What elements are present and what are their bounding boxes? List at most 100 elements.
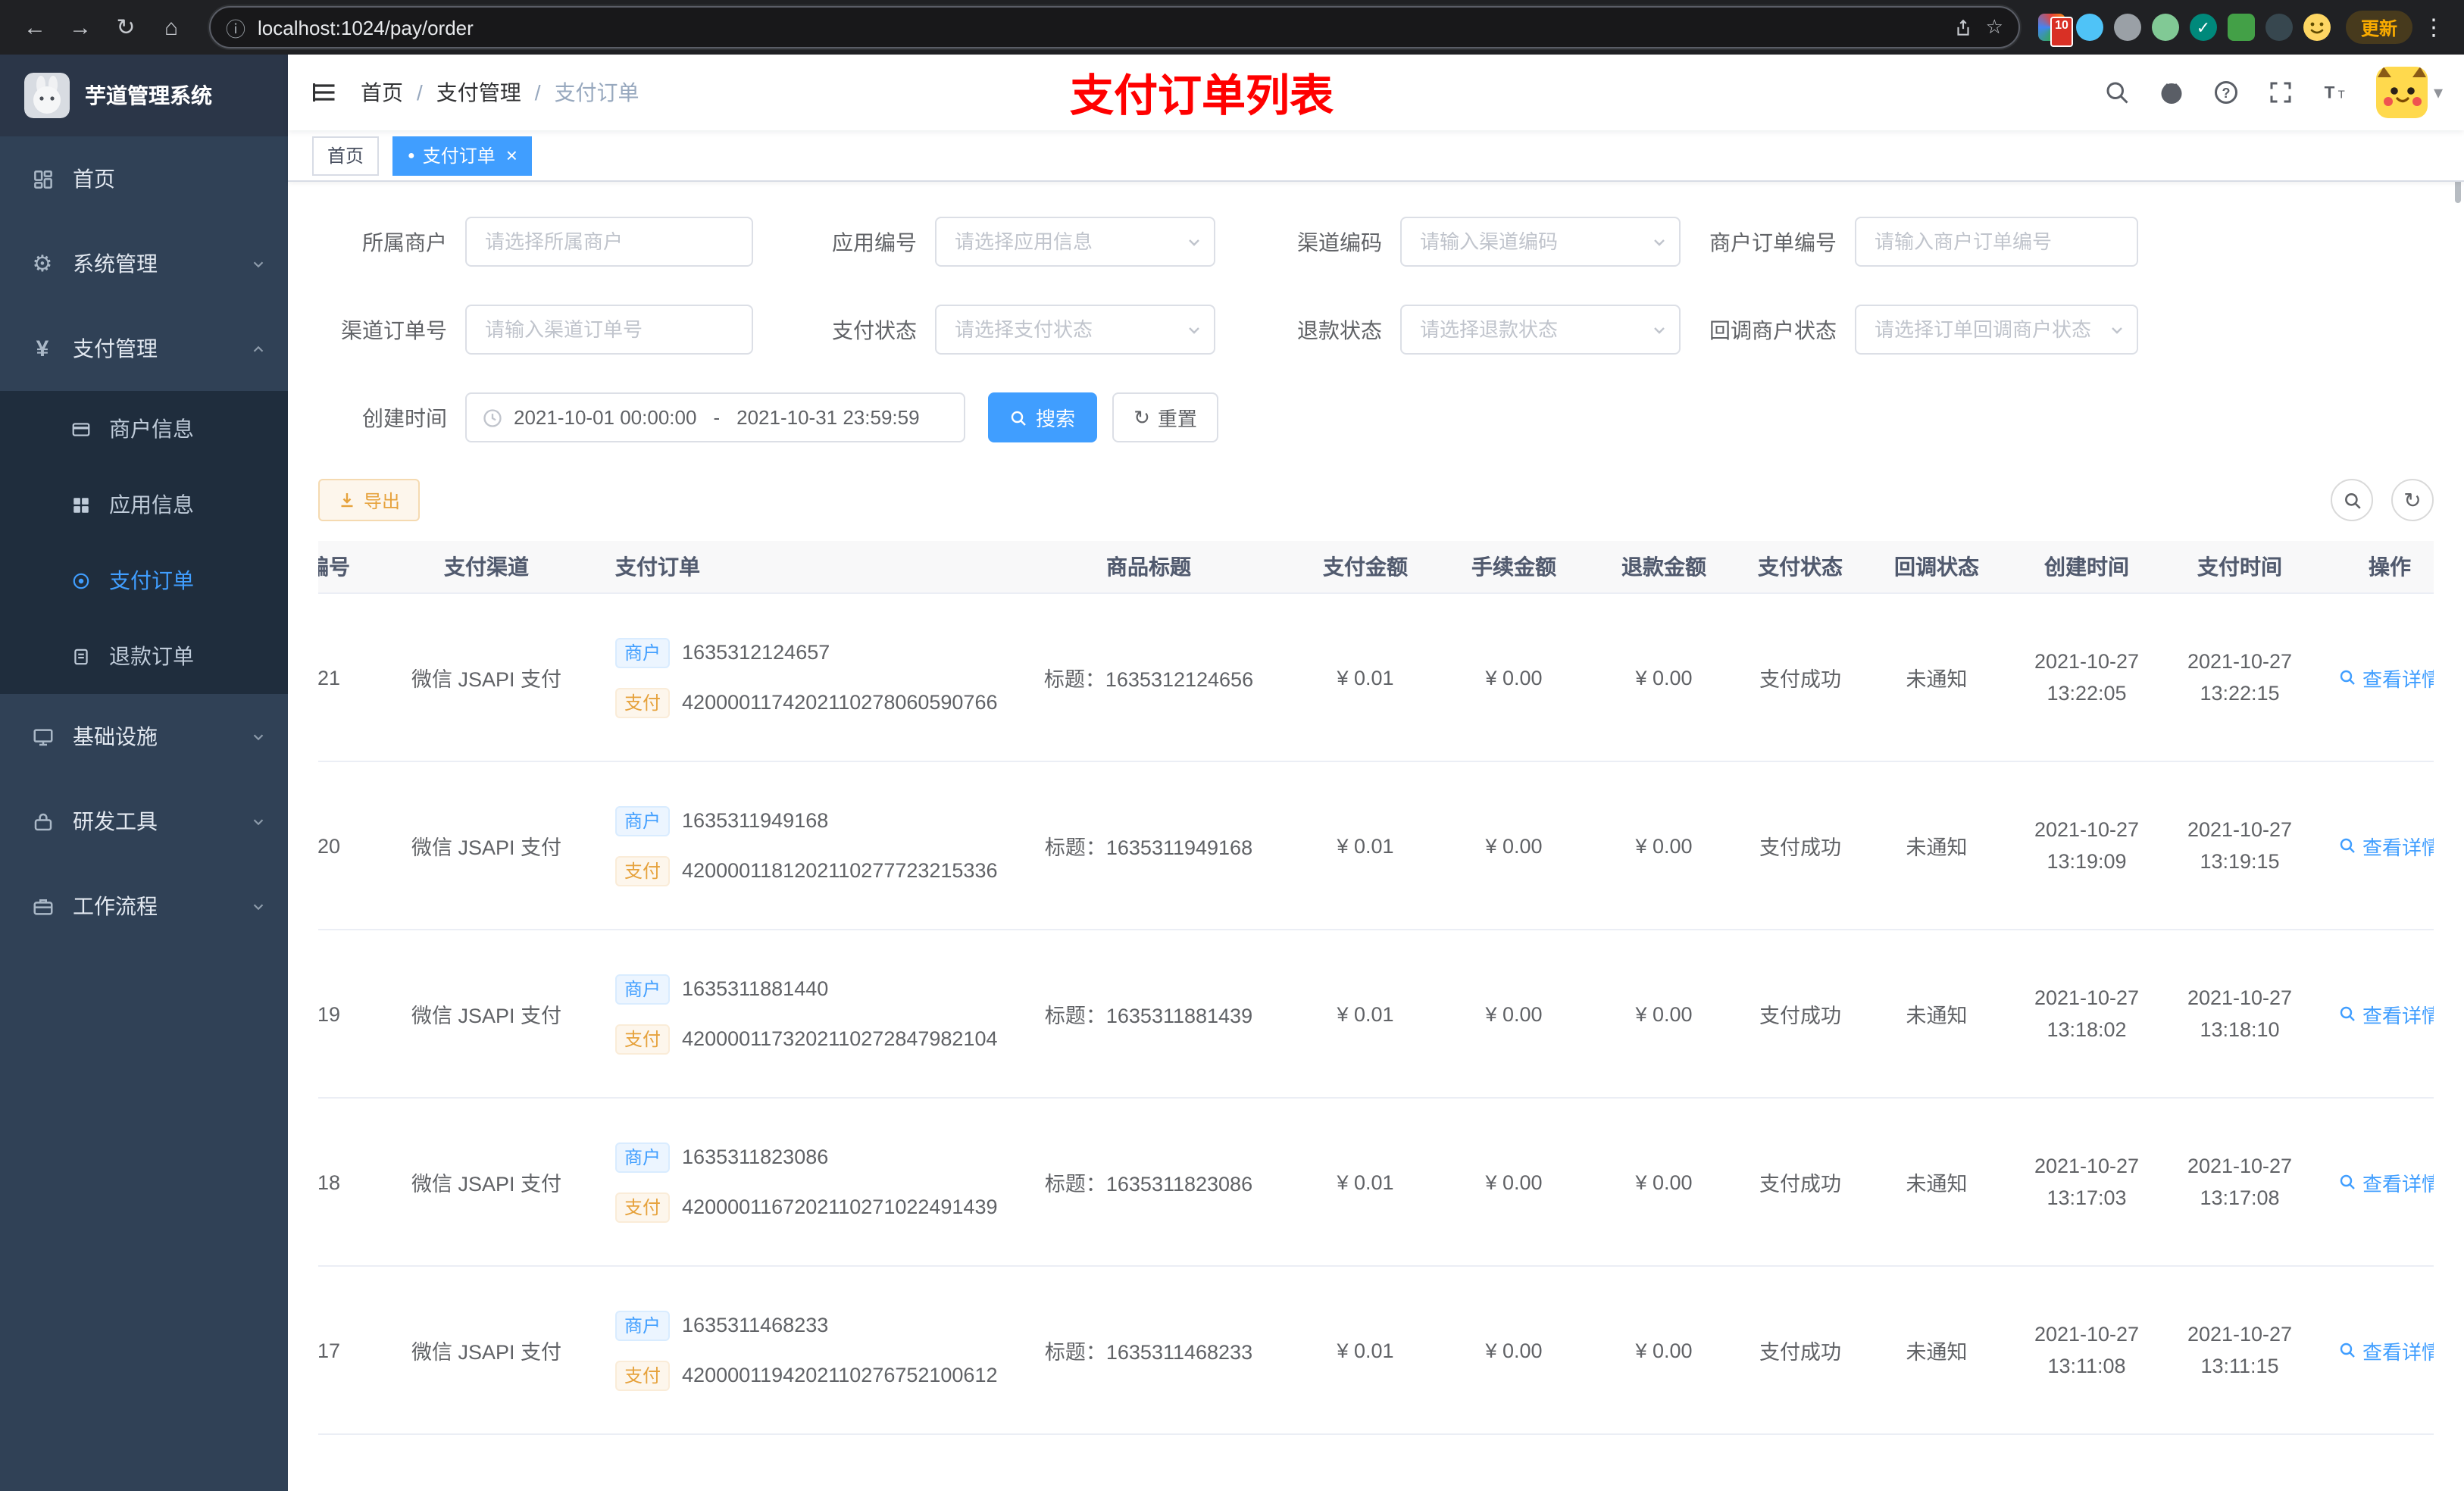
notify-status-select[interactable] [1855,305,2138,355]
breadcrumb-home[interactable]: 首页 [361,77,403,108]
app-logo[interactable]: 芋道管理系统 [0,55,288,136]
table-row-partial: 商户1635311451786 [318,1435,2434,1491]
browser-toolbar: ← → ↻ ⌂ ⓘ localhost:1024/pay/order ☆ 10 … [0,0,2464,55]
cell-create-time: 2021-10-27 13:17:03 [2034,1155,2140,1209]
gear-icon: ⚙ [32,252,53,277]
col-header-pay-amount: 支付金额 [1323,555,1408,579]
export-button[interactable]: 导出 [318,479,421,521]
cell-pay-time: 2021-10-27 13:19:15 [2187,818,2293,873]
refund-status-select[interactable] [1400,305,1681,355]
url-text[interactable]: localhost:1024/pay/order [258,16,1942,39]
cell-create-time: 2021-10-27 13:19:09 [2034,818,2140,873]
filter-label-notify-status: 回调商户状态 [1709,317,1837,342]
chevron-down-icon [250,813,267,830]
search-icon [2344,492,2360,508]
search-icon[interactable] [2094,70,2140,115]
close-icon[interactable]: × [506,144,518,167]
user-avatar-menu[interactable]: ▾ [2375,67,2443,118]
pay-status-select[interactable] [935,305,1215,355]
search-button[interactable]: 搜索 [988,392,1097,442]
merchant-select[interactable] [465,217,753,267]
extension-icon[interactable] [2075,14,2103,41]
sidebar-item-refund-order[interactable]: 退款订单 [0,618,288,694]
create-time-range-picker[interactable]: 2021-10-01 00:00:00 - 2021-10-31 23:59:5… [465,392,965,442]
font-size-icon[interactable]: TT [2312,70,2358,115]
extension-icon[interactable] [2151,14,2179,41]
tag-pay-order[interactable]: ● 支付订单 × [392,136,533,175]
cell-fee-amount: ¥ 0.00 [1485,1339,1543,1361]
app-title: 芋道管理系统 [85,83,212,108]
breadcrumb-separator: / [417,80,423,105]
col-header-pay-time: 支付时间 [2197,555,2282,579]
channel-order-no: 4200001167202110271022491439 [682,1196,998,1218]
view-detail-link[interactable]: 查看详情 [2338,999,2434,1028]
cell-notify-status: 未通知 [1906,836,1968,859]
search-icon [2340,838,2355,853]
view-detail-link[interactable]: 查看详情 [2338,1167,2434,1196]
channel-order-no-input[interactable] [465,305,753,355]
tag-home[interactable]: 首页 [312,136,380,175]
share-icon[interactable] [1954,17,1974,37]
refresh-table-button[interactable]: ↻ [2391,479,2434,521]
sidebar-item-label: 基础设施 [73,724,158,749]
sidebar-item-payment[interactable]: ¥ 支付管理 [0,306,288,391]
sidebar-item-system[interactable]: ⚙ 系统管理 [0,221,288,306]
fullscreen-icon[interactable] [2258,70,2303,115]
cell-refund-amount: ¥ 0.00 [1635,1171,1693,1193]
forward-icon[interactable]: → [61,8,100,47]
sidebar-item-infrastructure[interactable]: 基础设施 [0,694,288,779]
sidebar-item-pay-order[interactable]: 支付订单 [0,542,288,618]
cell-create-time: 2021-10-27 13:22:05 [2034,650,2140,705]
help-icon[interactable]: ? [2203,70,2249,115]
bookmark-star-icon[interactable]: ☆ [1986,15,2003,39]
browser-menu-icon[interactable]: ⋮ [2419,14,2449,41]
github-icon[interactable] [2149,70,2194,115]
svg-text:T: T [2338,89,2345,102]
merchant-order-no-input[interactable] [1855,217,2138,267]
breadcrumb-payment[interactable]: 支付管理 [436,77,521,108]
address-bar[interactable]: ⓘ localhost:1024/pay/order ☆ [209,6,2020,48]
col-header-create-time: 创建时间 [2044,555,2129,579]
sidebar-item-label: 应用信息 [109,492,194,517]
merchant-badge: 商户 [615,974,671,1004]
browser-update-button[interactable]: 更新 [2345,11,2412,44]
cell-notify-status: 未通知 [1906,1341,1968,1364]
extension-icon[interactable] [2227,14,2255,41]
cell-order: 商户 1635311949168 支付 4200001181202110277723… [600,762,1000,929]
sidebar-item-app-info[interactable]: 应用信息 [0,467,288,542]
sidebar-item-merchant-info[interactable]: 商户信息 [0,391,288,467]
channel-code-select[interactable] [1400,217,1681,267]
extension-icon[interactable] [2303,14,2331,41]
reset-button[interactable]: ↻ 重置 [1112,392,1218,442]
extension-icon[interactable]: ✓ [2189,14,2217,41]
home-icon[interactable]: ⌂ [152,8,191,47]
extension-icon[interactable] [2265,14,2293,41]
view-detail-link[interactable]: 查看详情 [2338,1336,2434,1364]
reload-icon[interactable]: ↻ [106,8,145,47]
document-icon [70,645,91,667]
sidebar-item-workflow[interactable]: 工作流程 [0,864,288,949]
sidebar-item-label: 首页 [73,167,115,191]
cell-subject: 标题：1635311949168 [1044,836,1253,859]
view-detail-link[interactable]: 查看详情 [2338,831,2434,860]
app-select[interactable] [935,217,1215,267]
filter-label-pay-status: 支付状态 [832,317,917,342]
cell-channel: 微信 JSAPI 支付 [411,1173,561,1196]
back-icon[interactable]: ← [15,8,55,47]
cell-notify-status: 未通知 [1906,668,1968,691]
merchant-order-no: 1635311881440 [682,977,829,1000]
extension-icon[interactable] [2113,14,2141,41]
toggle-search-button[interactable] [2331,479,2373,521]
filter-label-create-time: 创建时间 [362,405,447,430]
screen: ← → ↻ ⌂ ⓘ localhost:1024/pay/order ☆ 10 … [0,0,2464,1491]
view-detail-link[interactable]: 查看详情 [2338,663,2434,692]
site-info-icon[interactable]: ⓘ [226,13,245,42]
table-row: 18 微信 JSAPI 支付 商户 1635311823086 支付 4200001… [318,1099,2434,1267]
col-header-actions: 操作 [2369,555,2411,579]
sidebar-toggle-icon[interactable] [288,79,361,106]
extension-icon[interactable]: 10 [2037,14,2073,47]
sidebar-item-home[interactable]: 首页 [0,136,288,221]
sidebar-item-dev-tools[interactable]: 研发工具 [0,779,288,864]
filter-label-channel-code: 渠道编码 [1297,230,1382,254]
sidebar-item-label: 工作流程 [73,894,158,918]
